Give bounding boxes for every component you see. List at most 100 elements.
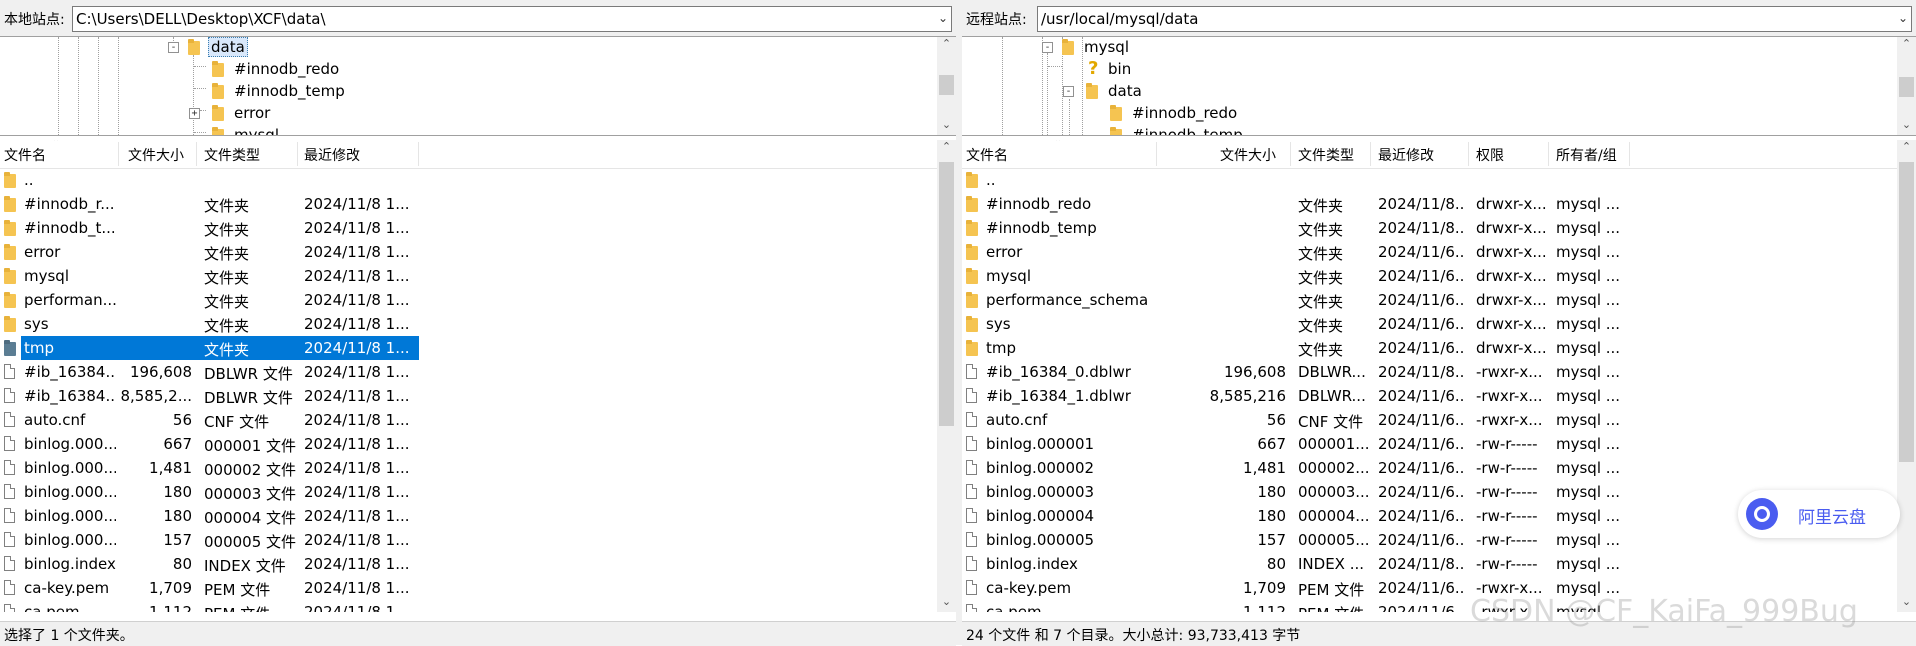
local-path-input[interactable] [76, 10, 929, 28]
column-header-owner[interactable]: 所有者/组 [1556, 145, 1617, 165]
aliyun-drive-label: 阿里云盘 [1798, 508, 1866, 528]
chevron-down-icon[interactable]: ⌄ [1898, 11, 1908, 25]
file-row[interactable]: .. [962, 168, 1897, 192]
cell-owner: mysql ... [1556, 483, 1621, 501]
scrollbar-thumb[interactable] [939, 75, 954, 95]
file-icon [4, 556, 15, 571]
file-row[interactable]: #innodb_r... 文件夹 2024/11/8 1... [0, 192, 937, 216]
file-row[interactable]: binlog.000002 1,481 000002... 2024/11/6... -… [962, 456, 1897, 480]
file-row[interactable]: ca.pem1,112PEM 文件2024/11/8 1... [0, 600, 937, 612]
file-row[interactable]: #ib_16384_0.dblwr 196,608 DBLWR... 2024/11/… [962, 360, 1897, 384]
collapse-icon[interactable]: - [1063, 86, 1074, 97]
column-header-type[interactable]: 文件类型 [204, 145, 260, 165]
cell-modified: 2024/11/6... [1378, 387, 1466, 405]
cell-modified: 2024/11/8 1... [304, 531, 410, 549]
scroll-down-icon[interactable]: ⌄ [1897, 118, 1916, 135]
column-header-type[interactable]: 文件类型 [1298, 145, 1354, 165]
cell-size: 1,481 [149, 459, 192, 477]
file-row[interactable]: tmp 文件夹 2024/11/6... drwxr-x... mysql ... [962, 336, 1897, 360]
scroll-up-icon[interactable]: ⌃ [937, 37, 956, 54]
cell-name: binlog.index [986, 555, 1078, 573]
cell-modified: 2024/11/6... [1378, 507, 1466, 525]
file-row[interactable]: #ib_16384... 8,585,2... DBLWR 文件 2024/11/8 … [0, 384, 937, 408]
remote-directory-tree[interactable]: - mysql ? bin - data #innodb_redo #innod… [962, 36, 1916, 136]
scrollbar-thumb[interactable] [1899, 162, 1914, 462]
file-row[interactable]: auto.cnf 56 CNF 文件 2024/11/8 1... [0, 408, 937, 432]
remote-tree-scrollbar[interactable]: ⌃ ⌄ [1897, 37, 1916, 135]
collapse-icon[interactable]: - [1042, 42, 1053, 53]
file-row[interactable]: mysql 文件夹 2024/11/6... drwxr-x... mysql ... [962, 264, 1897, 288]
local-path-combobox[interactable]: ⌄ [72, 6, 952, 32]
file-row[interactable]: #ib_16384... 196,608 DBLWR 文件 2024/11/8 1..… [0, 360, 937, 384]
file-row[interactable]: #innodb_t... 文件夹 2024/11/8 1... [0, 216, 937, 240]
folder-icon [212, 83, 224, 99]
collapse-icon[interactable]: - [168, 42, 179, 53]
scroll-up-icon[interactable]: ⌃ [1897, 140, 1916, 157]
file-row[interactable]: binlog.000... 157 000005 文件 2024/11/8 1... [0, 528, 937, 552]
cell-type: 文件夹 [204, 221, 250, 239]
file-row[interactable]: binlog.000... 667 000001 文件 2024/11/8 1... [0, 432, 937, 456]
chevron-down-icon[interactable]: ⌄ [938, 11, 948, 25]
file-row[interactable]: .. [0, 168, 937, 192]
file-row[interactable]: #innodb_redo 文件夹 2024/11/8... drwxr-x... mys… [962, 192, 1897, 216]
scrollbar-thumb[interactable] [939, 162, 954, 426]
local-file-list[interactable]: 文件名 ⌃ 文件大小 文件类型 最近修改 .. #innodb_r... 文件夹 20… [0, 140, 956, 612]
file-row[interactable]: binlog.000... 180 000004 文件 2024/11/8 1... [0, 504, 937, 528]
file-row[interactable]: #ib_16384_1.dblwr 8,585,216 DBLWR... 2024/1… [962, 384, 1897, 408]
file-row[interactable]: sys 文件夹 2024/11/6... drwxr-x... mysql ... [962, 312, 1897, 336]
cell-modified: 2024/11/8 1... [304, 603, 410, 612]
cell-owner: mysql ... [1556, 267, 1621, 285]
column-header-modified[interactable]: 最近修改 [1378, 145, 1434, 165]
column-header-size[interactable]: 文件大小 [128, 145, 184, 165]
cell-type: 000004 文件 [204, 509, 296, 527]
file-icon [4, 460, 15, 475]
scrollbar-thumb[interactable] [1899, 77, 1914, 97]
column-header-modified[interactable]: 最近修改 [304, 145, 360, 165]
expand-icon[interactable]: + [189, 108, 200, 119]
column-header-permissions[interactable]: 权限 [1476, 145, 1504, 165]
cell-type: 文件夹 [204, 269, 250, 287]
cell-size: 180 [163, 483, 192, 501]
file-row[interactable]: error 文件夹 2024/11/8 1... [0, 240, 937, 264]
file-row[interactable]: error 文件夹 2024/11/6... drwxr-x... mysql ... [962, 240, 1897, 264]
cell-name: #innodb_redo [986, 195, 1092, 213]
file-row[interactable]: binlog.000... 1,481 000002 文件 2024/11/8 1..… [0, 456, 937, 480]
file-row[interactable]: binlog.000001 667 000001... 2024/11/6... -rw… [962, 432, 1897, 456]
scroll-up-icon[interactable]: ⌃ [1897, 37, 1916, 54]
remote-list-scrollbar[interactable]: ⌃ ⌄ [1897, 140, 1916, 612]
scroll-up-icon[interactable]: ⌃ [937, 140, 956, 157]
local-directory-tree[interactable]: data - #innodb_redo #innodb_temp + error… [0, 36, 956, 136]
local-tree-scrollbar[interactable]: ⌃ ⌄ [937, 37, 956, 135]
folder-icon [4, 340, 16, 356]
scroll-down-icon[interactable]: ⌄ [937, 595, 956, 612]
remote-file-list[interactable]: 文件名 ⌃ 文件大小 文件类型 最近修改 权限 所有者/组 .. #innodb_… [962, 140, 1916, 612]
file-row[interactable]: tmp 文件夹 2024/11/8 1... [0, 336, 937, 360]
file-row[interactable]: binlog.index 80 INDEX ... 2024/11/8... -rw-r… [962, 552, 1897, 576]
file-row[interactable]: binlog.index 80 INDEX 文件 2024/11/8 1... [0, 552, 937, 576]
file-icon [966, 604, 977, 612]
column-header-name[interactable]: 文件名 [966, 145, 1008, 165]
remote-address-bar: 远程站点: ⌄ [962, 0, 1916, 36]
file-row[interactable]: auto.cnf 56 CNF 文件 2024/11/6... -rwxr-x... my… [962, 408, 1897, 432]
column-header-size[interactable]: 文件大小 [1220, 145, 1276, 165]
scroll-down-icon[interactable]: ⌄ [1897, 595, 1916, 612]
cell-modified: 2024/11/8 1... [304, 483, 410, 501]
file-row[interactable]: sys 文件夹 2024/11/8 1... [0, 312, 937, 336]
file-row[interactable]: binlog.000... 180 000003 文件 2024/11/8 1... [0, 480, 937, 504]
remote-path-input[interactable] [1041, 10, 1889, 28]
cell-name: mysql [24, 267, 69, 285]
cell-name: performance_schema [986, 291, 1149, 309]
file-row[interactable]: ca-key.pem 1,709 PEM 文件 2024/11/8 1... [0, 576, 937, 600]
scroll-down-icon[interactable]: ⌄ [937, 118, 956, 135]
remote-path-combobox[interactable]: ⌄ [1037, 6, 1912, 32]
local-list-scrollbar[interactable]: ⌃ ⌄ [937, 140, 956, 612]
file-row[interactable]: performance_schema 文件夹 2024/11/6... drwxr-x… [962, 288, 1897, 312]
folder-icon [4, 244, 16, 260]
file-row[interactable]: #innodb_temp 文件夹 2024/11/8... drwxr-x... mys… [962, 216, 1897, 240]
cell-type: DBLWR 文件 [204, 365, 293, 383]
aliyun-drive-floating-button[interactable]: 阿里云盘 [1738, 490, 1900, 538]
file-row[interactable]: performan... 文件夹 2024/11/8 1... [0, 288, 937, 312]
file-row[interactable]: mysql 文件夹 2024/11/8 1... [0, 264, 937, 288]
cell-type: 文件夹 [204, 341, 250, 359]
column-header-name[interactable]: 文件名 [4, 145, 46, 165]
